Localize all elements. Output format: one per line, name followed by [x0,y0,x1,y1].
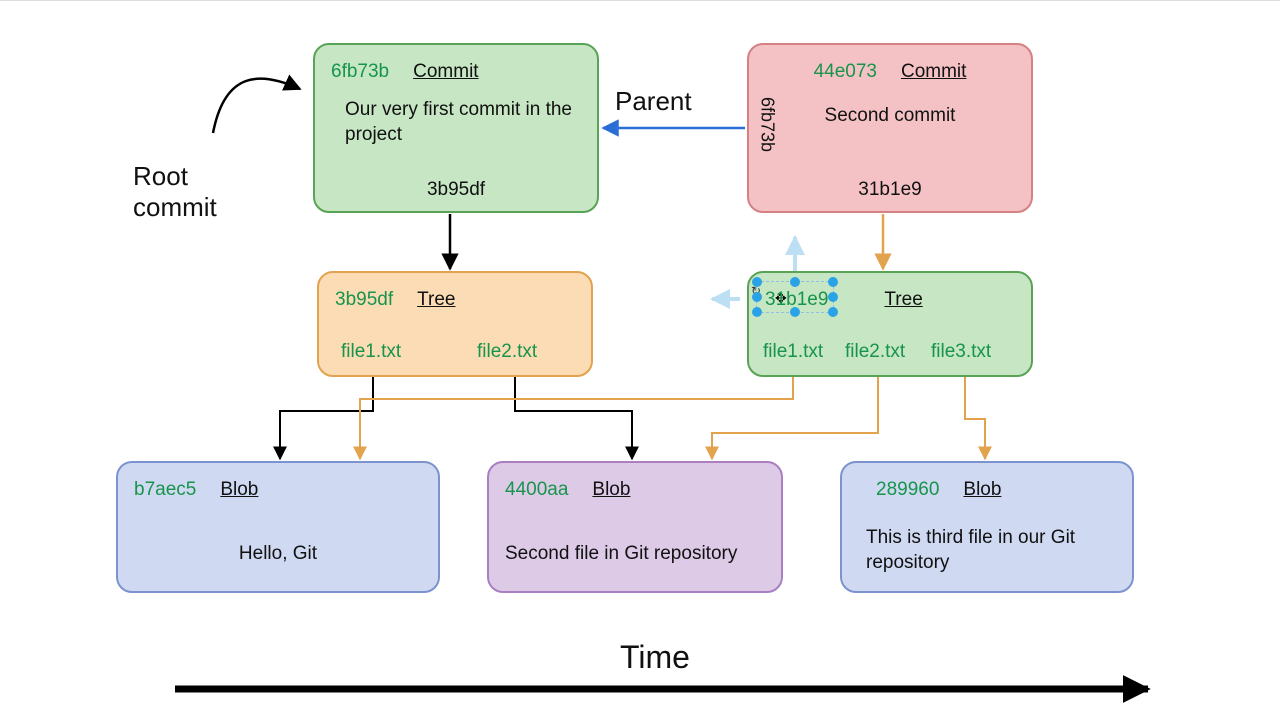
tree2-type: Tree [884,287,922,313]
tree1-file2-to-blob2-arrow [515,377,632,459]
tree1-node[interactable]: 3b95df Tree file1.txt file2.txt [317,271,593,377]
commit1-message: Our very first commit in the project [345,97,575,148]
blob1-node[interactable]: b7aec5 Blob Hello, Git [116,461,440,593]
blob3-content: This is third file in our Git repository [858,525,1116,576]
parent-label: Parent [615,86,692,117]
resize-handle[interactable] [752,277,762,287]
blob3-type: Blob [963,477,1001,503]
diagram-stage[interactable]: Root commit Parent 6fb73b Commit Our ver… [0,1,1280,720]
tree1-file1-to-blob1-arrow [280,377,373,459]
blob2-hash: 4400aa [505,477,568,503]
commit2-treehash: 31b1e9 [749,177,1031,203]
tree1-file2: file2.txt [477,339,537,365]
time-label: Time [620,639,690,676]
tree1-type: Tree [417,287,455,313]
tree2-file3-to-blob3-arrow [965,377,985,459]
commit1-treehash: 3b95df [315,177,597,203]
tree2-file1-to-blob1-arrow [360,377,793,459]
commit2-type: Commit [901,59,966,85]
blob1-content: Hello, Git [134,541,422,567]
root-commit-arrow [213,79,300,133]
tree2-hash[interactable]: 31b1e9 [765,287,828,313]
root-commit-label: Root commit [133,161,217,223]
tree1-hash: 3b95df [335,287,393,313]
resize-handle[interactable] [828,277,838,287]
resize-handle[interactable] [828,307,838,317]
tree2-file2-to-blob2-arrow [712,377,878,459]
commit2-node[interactable]: 44e073 Commit Second commit 31b1e9 6fb73… [747,43,1033,213]
tree2-node[interactable]: 31b1e9 Tree file1.txt file2.txt file3.tx… [747,271,1033,377]
tree1-file1: file1.txt [341,339,401,365]
blob2-type: Blob [592,477,630,503]
blob1-hash: b7aec5 [134,477,196,503]
resize-handle[interactable] [790,277,800,287]
commit2-hash: 44e073 [814,59,877,85]
resize-handle[interactable] [752,307,762,317]
blob2-content: Second file in Git repository [505,541,765,567]
commit2-message: Second commit [765,103,1015,129]
blob1-type: Blob [220,477,258,503]
resize-handle[interactable] [752,292,762,302]
commit1-hash: 6fb73b [331,59,389,85]
blob3-node[interactable]: 289960 Blob This is third file in our Gi… [840,461,1134,593]
commit2-parenthash: 6fb73b [755,97,779,152]
tree2-file3: file3.txt [931,339,991,365]
tree2-file1: file1.txt [763,339,823,365]
blob2-node[interactable]: 4400aa Blob Second file in Git repositor… [487,461,783,593]
commit1-node[interactable]: 6fb73b Commit Our very first commit in t… [313,43,599,213]
resize-handle[interactable] [828,292,838,302]
tree2-file2: file2.txt [845,339,905,365]
commit1-type: Commit [413,59,478,85]
blob3-hash: 289960 [876,477,939,503]
